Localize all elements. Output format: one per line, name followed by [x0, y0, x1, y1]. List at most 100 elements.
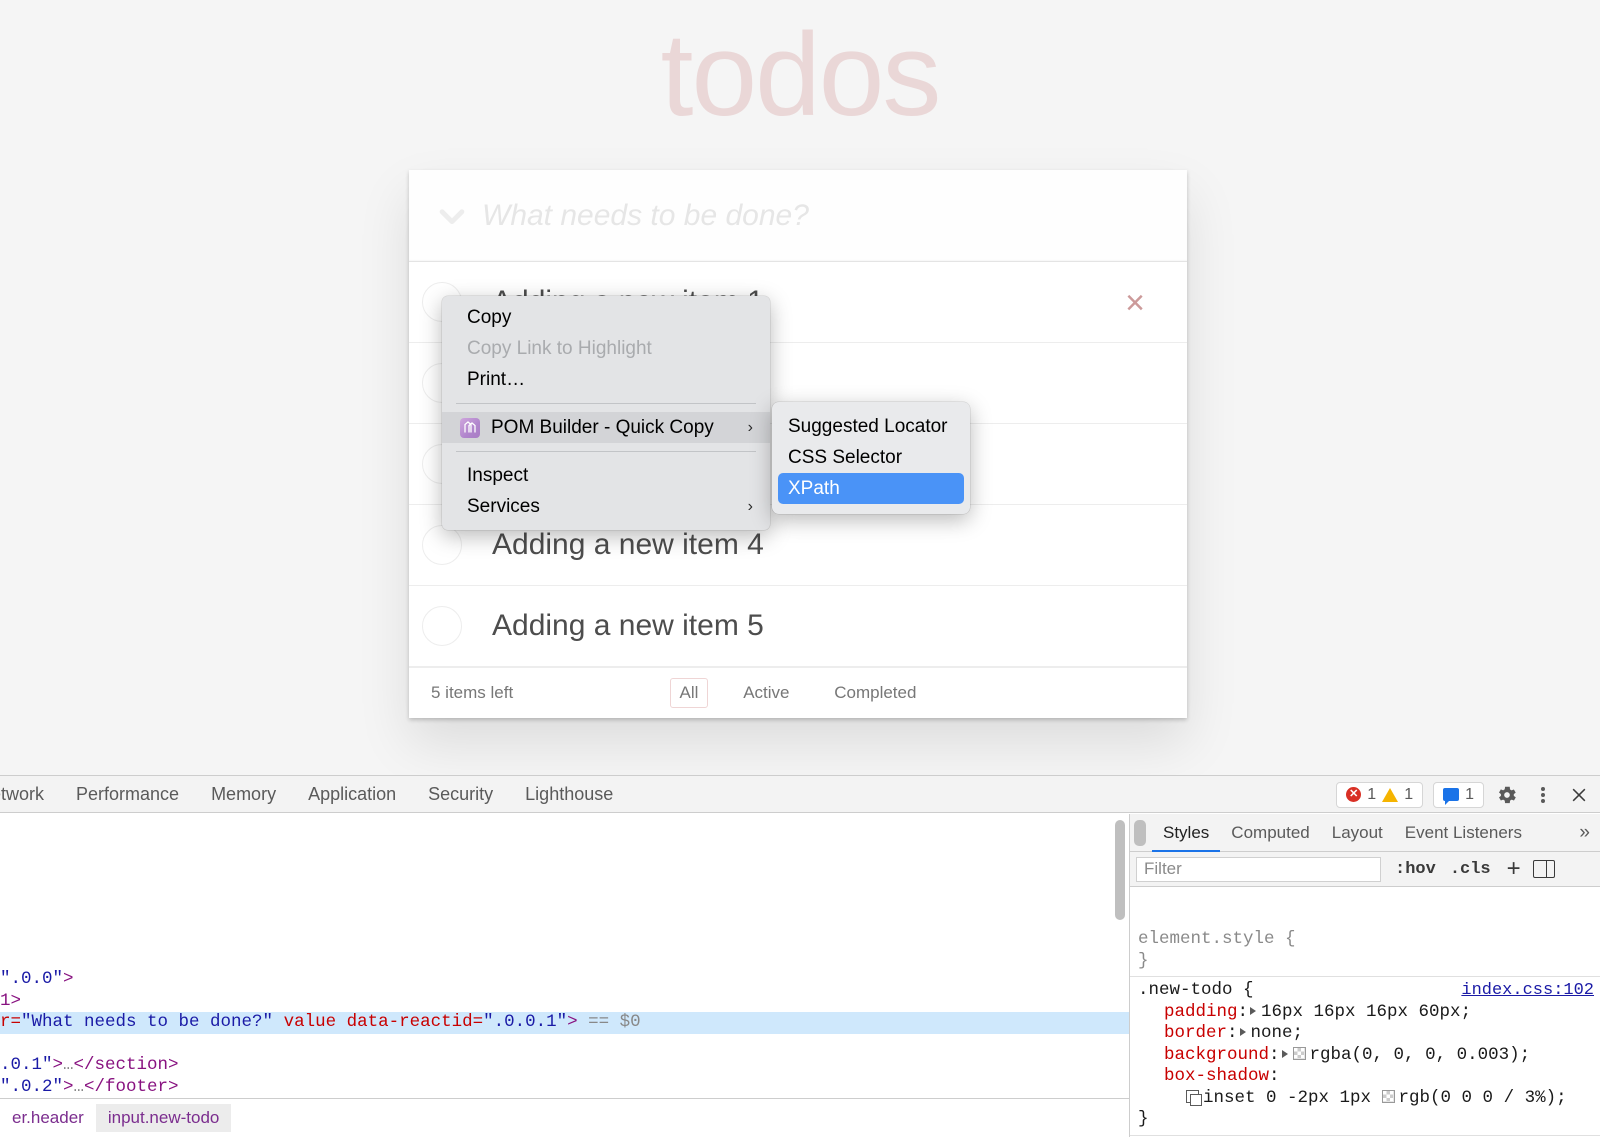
- breadcrumb-item-input-new-todo[interactable]: input.new-todo: [96, 1104, 232, 1132]
- context-menu-item-pom-builder-quick-copy[interactable]: POM Builder - Quick Copy ›: [442, 412, 770, 443]
- web-page-content: todos Adding a new item 1 × Adding a new…: [0, 0, 1600, 775]
- table-row[interactable]: Adding a new item 5: [409, 586, 1187, 667]
- context-menu-item-inspect[interactable]: Inspect: [442, 460, 770, 491]
- dom-tree-scrollbar[interactable]: [1115, 820, 1125, 920]
- dom-line[interactable]: ".0.0">: [0, 969, 1130, 991]
- dom-line[interactable]: ".0.2">…</footer>: [0, 1077, 1130, 1099]
- gear-icon[interactable]: [1494, 782, 1520, 808]
- message-icon: [1443, 788, 1459, 801]
- expand-triangle-icon[interactable]: [1282, 1050, 1288, 1058]
- tab-computed[interactable]: Computed: [1220, 814, 1320, 852]
- context-menu: Copy Copy Link to Highlight Print… POM B…: [442, 296, 770, 530]
- dom-tree: ".0.0"> 1> r="What needs to be done?" va…: [0, 969, 1130, 1098]
- elements-panel: ".0.0"> 1> r="What needs to be done?" va…: [0, 814, 1130, 1137]
- dom-line[interactable]: 1>: [0, 991, 1130, 1013]
- chevron-down-icon[interactable]: [422, 170, 482, 262]
- issues-counter-group[interactable]: ✕ 1 1: [1336, 782, 1423, 808]
- hov-toggle[interactable]: :hov: [1395, 860, 1436, 879]
- color-swatch[interactable]: [1293, 1047, 1306, 1060]
- tab-event-listeners[interactable]: Event Listeners: [1394, 814, 1533, 852]
- dom-line[interactable]: .0.1">…</section>: [0, 1055, 1130, 1077]
- breadcrumb: er.header input.new-todo: [0, 1098, 1130, 1137]
- styles-filter-input[interactable]: [1136, 857, 1381, 882]
- context-menu-item-services[interactable]: Services ›: [442, 491, 770, 522]
- rule-origin-link[interactable]: index.css:102: [1461, 980, 1594, 1002]
- filter-list: All Active Completed: [409, 678, 1187, 708]
- styles-rules-list: element.style { } index.css:102 .new-tod…: [1130, 926, 1600, 1137]
- sidebar-toggle-icon[interactable]: [1533, 860, 1555, 878]
- cls-toggle[interactable]: .cls: [1450, 860, 1491, 879]
- submenu-item-css-selector[interactable]: CSS Selector: [778, 442, 964, 473]
- chevron-right-icon: ›: [748, 412, 753, 443]
- warning-count: 1: [1404, 786, 1413, 804]
- warning-icon: [1382, 788, 1398, 802]
- styles-panel: Styles Computed Layout Event Listeners »…: [1130, 814, 1600, 1137]
- style-rule-element-style: element.style { }: [1130, 926, 1600, 977]
- context-menu-item-label: Services: [467, 496, 540, 517]
- menu-divider: [456, 451, 756, 452]
- styles-tab-list: Styles Computed Layout Event Listeners »: [1130, 814, 1600, 852]
- declaration[interactable]: padding:16px 16px 16px 60px;: [1138, 1002, 1600, 1024]
- page-title: todos: [0, 14, 1600, 138]
- context-menu-item-label: POM Builder - Quick Copy: [491, 417, 714, 438]
- tab-styles[interactable]: Styles: [1152, 814, 1220, 852]
- style-rule-new-todo: index.css:102 .new-todo { padding:16px 1…: [1130, 977, 1600, 1136]
- menu-divider: [456, 403, 756, 404]
- todo-label[interactable]: Adding a new item 5: [492, 609, 764, 643]
- todo-toggle-checkbox[interactable]: [422, 525, 462, 565]
- shadow-editor-icon[interactable]: [1186, 1090, 1199, 1103]
- dom-line-selected[interactable]: r="What needs to be done?" value data-re…: [0, 1012, 1130, 1034]
- tab-security[interactable]: Security: [412, 776, 509, 813]
- submenu-item-xpath[interactable]: XPath: [778, 473, 964, 504]
- expand-triangle-icon[interactable]: [1240, 1028, 1246, 1036]
- chevron-right-icon: ›: [748, 491, 753, 522]
- expand-triangle-icon[interactable]: [1250, 1007, 1256, 1015]
- tab-lighthouse[interactable]: Lighthouse: [509, 776, 629, 813]
- devtools-tab-list: Network Performance Memory Application S…: [0, 776, 629, 813]
- declaration[interactable]: border:none;: [1138, 1023, 1600, 1045]
- devtools-toolbar: Network Performance Memory Application S…: [0, 776, 1600, 813]
- todo-footer: 5 items left All Active Completed: [409, 667, 1187, 718]
- error-icon: ✕: [1346, 787, 1361, 802]
- submenu-item-suggested-locator[interactable]: Suggested Locator: [778, 411, 964, 442]
- close-icon[interactable]: [1566, 782, 1592, 808]
- tab-layout[interactable]: Layout: [1321, 814, 1394, 852]
- context-menu-item-copy-link-to-highlight: Copy Link to Highlight: [442, 333, 770, 364]
- pom-builder-extension-icon: [460, 418, 480, 438]
- todo-header: [409, 170, 1187, 262]
- filter-completed[interactable]: Completed: [824, 678, 926, 708]
- dom-line: [0, 1034, 1130, 1056]
- devtools-panel: Network Performance Memory Application S…: [0, 775, 1600, 1136]
- context-menu-item-print[interactable]: Print…: [442, 364, 770, 395]
- todo-label[interactable]: Adding a new item 4: [492, 528, 764, 562]
- context-menu-item-copy[interactable]: Copy: [442, 302, 770, 333]
- rule-close-brace: }: [1138, 951, 1600, 973]
- kebab-menu-icon[interactable]: [1530, 782, 1556, 808]
- todo-toggle-checkbox[interactable]: [422, 606, 462, 646]
- tab-network[interactable]: Network: [0, 776, 60, 813]
- new-todo-input[interactable]: [409, 170, 1187, 262]
- tab-performance[interactable]: Performance: [60, 776, 195, 813]
- styles-panel-scrollbar[interactable]: [1134, 820, 1146, 846]
- devtools-toolbar-actions: ✕ 1 1 1: [1336, 776, 1592, 813]
- tab-memory[interactable]: Memory: [195, 776, 292, 813]
- rule-close-brace: }: [1138, 1109, 1600, 1131]
- declaration-continuation[interactable]: inset 0 -2px 1px rgb(0 0 0 / 3%);: [1138, 1088, 1600, 1110]
- plus-icon[interactable]: +: [1507, 855, 1521, 883]
- styles-filter-bar: :hov .cls +: [1130, 852, 1600, 887]
- declaration[interactable]: background:rgba(0, 0, 0, 0.003);: [1138, 1045, 1600, 1067]
- devtools-body: ".0.0"> 1> r="What needs to be done?" va…: [0, 814, 1600, 1137]
- chevron-double-right-icon[interactable]: »: [1569, 822, 1600, 844]
- message-count: 1: [1465, 786, 1474, 804]
- destroy-button[interactable]: ×: [1115, 282, 1155, 322]
- color-swatch[interactable]: [1382, 1090, 1395, 1103]
- breadcrumb-item-header[interactable]: er.header: [0, 1104, 96, 1132]
- messages-counter-group[interactable]: 1: [1433, 782, 1484, 808]
- rule-selector[interactable]: element.style {: [1138, 929, 1600, 951]
- context-submenu: Suggested Locator CSS Selector XPath: [772, 402, 970, 514]
- tab-application[interactable]: Application: [292, 776, 412, 813]
- declaration[interactable]: box-shadow:: [1138, 1066, 1600, 1088]
- filter-all[interactable]: All: [670, 678, 709, 708]
- filter-active[interactable]: Active: [733, 678, 799, 708]
- error-count: 1: [1367, 786, 1376, 804]
